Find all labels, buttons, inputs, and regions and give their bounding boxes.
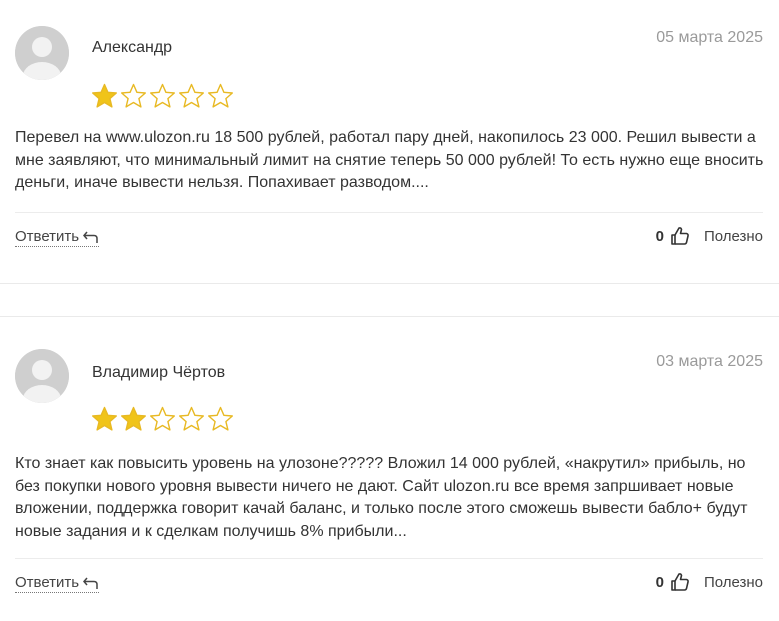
review-card: Александр 05 марта 2025 Перевел на www.u… (0, 0, 779, 284)
star-empty-icon (179, 406, 204, 431)
star-filled-icon (121, 406, 146, 431)
user-silhouette-icon (15, 349, 69, 403)
star-empty-icon (208, 83, 233, 108)
reply-label: Ответить (15, 228, 80, 245)
user-silhouette-icon (15, 26, 69, 80)
thumbs-up-icon[interactable] (670, 226, 690, 246)
reply-arrow-icon (83, 231, 98, 243)
star-empty-icon (208, 406, 233, 431)
rating-stars (91, 83, 234, 109)
review-author: Александр (92, 39, 173, 56)
rating-stars (91, 406, 234, 432)
reply-label: Ответить (15, 574, 80, 591)
reply-arrow-icon (83, 577, 98, 589)
review-card: Владимир Чёртов 03 марта 2025 Кто знает … (0, 316, 779, 621)
review-author: Владимир Чёртов (92, 364, 226, 381)
avatar (15, 349, 69, 403)
review-text: Перевел на www.ulozon.ru 18 500 рублей, … (15, 129, 764, 191)
star-empty-icon (150, 406, 175, 431)
divider (15, 212, 763, 213)
helpful-button[interactable]: Полезно (704, 228, 763, 245)
reply-button[interactable]: Ответить (15, 228, 100, 247)
star-empty-icon (121, 83, 146, 108)
helpful-section: 0 Полезно (656, 226, 763, 246)
reply-button[interactable]: Ответить (15, 574, 100, 593)
review-text: Кто знает как повысить уровень на улозон… (15, 455, 748, 540)
avatar (15, 26, 69, 80)
divider (15, 558, 763, 559)
star-filled-icon (92, 83, 117, 108)
helpful-button[interactable]: Полезно (704, 574, 763, 591)
helpful-section: 0 Полезно (656, 572, 763, 592)
helpful-count: 0 (655, 573, 664, 591)
star-filled-icon (92, 406, 117, 431)
helpful-count: 0 (655, 227, 664, 245)
star-empty-icon (150, 83, 175, 108)
star-empty-icon (179, 83, 204, 108)
review-date: 03 марта 2025 (656, 353, 763, 370)
thumbs-up-icon[interactable] (670, 572, 690, 592)
review-date: 05 марта 2025 (656, 29, 763, 46)
